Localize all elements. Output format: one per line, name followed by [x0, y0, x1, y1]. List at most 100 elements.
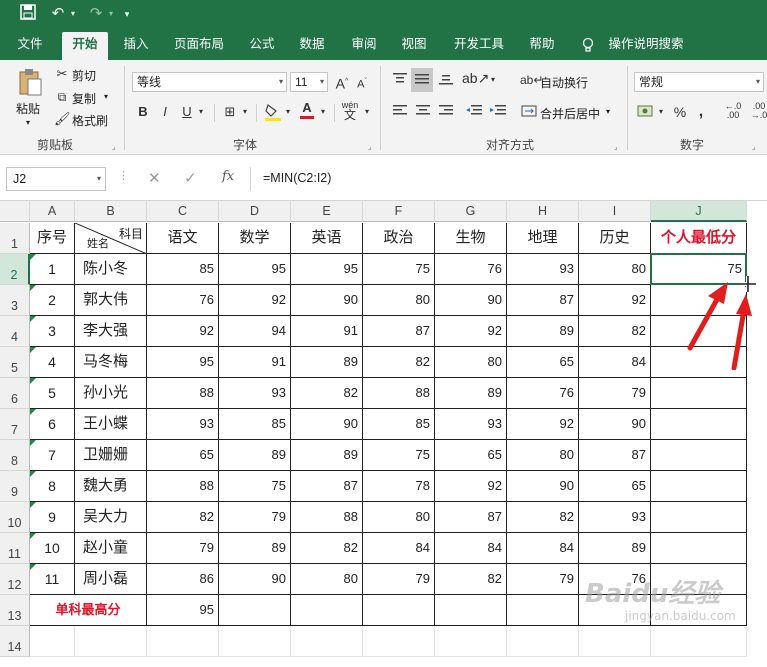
phonetic-guide-icon[interactable]: wén 文	[340, 100, 360, 121]
row-header-9[interactable]: 9	[0, 471, 30, 502]
tab-help[interactable]: 帮助	[520, 32, 564, 60]
font-color-dropdown-icon[interactable]: ▾	[318, 104, 328, 120]
score-cell[interactable]: 76	[579, 564, 651, 595]
score-cell[interactable]: 65	[579, 471, 651, 502]
merge-dropdown-icon[interactable]: ▾	[606, 107, 610, 116]
formula-input[interactable]: =MIN(C2:I2)	[250, 167, 767, 191]
score-cell[interactable]: 89	[291, 347, 363, 378]
score-cell[interactable]: 89	[435, 378, 507, 409]
fill-color-icon[interactable]	[264, 102, 282, 122]
summary-min-cell[interactable]	[651, 595, 747, 626]
score-cell[interactable]: 88	[363, 378, 435, 409]
score-cell[interactable]: 75	[363, 440, 435, 471]
column-header-d[interactable]: D	[219, 201, 291, 222]
score-cell[interactable]: 80	[435, 347, 507, 378]
score-cell[interactable]: 87	[291, 471, 363, 502]
seq-cell[interactable]: 2	[30, 285, 75, 316]
empty-cell[interactable]	[219, 626, 291, 657]
font-name-select[interactable]: 等线 ▾	[132, 72, 287, 92]
font-launcher-icon[interactable]: ⌟	[368, 142, 372, 151]
score-cell[interactable]: 85	[363, 409, 435, 440]
cancel-icon[interactable]: ✕	[148, 169, 161, 187]
merge-center-button[interactable]: 合并后居中	[540, 105, 600, 122]
borders-icon[interactable]: ⊞	[222, 104, 238, 120]
summary-cell[interactable]	[363, 595, 435, 626]
column-header-e[interactable]: E	[291, 201, 363, 222]
font-size-select[interactable]: 11 ▾	[290, 72, 328, 92]
score-cell[interactable]: 87	[435, 502, 507, 533]
header-diagonal-cell[interactable]: 科目 姓名	[75, 223, 147, 254]
score-cell[interactable]: 92	[435, 471, 507, 502]
score-cell[interactable]: 85	[219, 409, 291, 440]
tab-page-layout[interactable]: 页面布局	[166, 32, 232, 60]
bold-icon[interactable]: B	[136, 104, 150, 120]
score-cell[interactable]: 82	[291, 533, 363, 564]
score-cell[interactable]: 76	[507, 378, 579, 409]
min-score-cell[interactable]	[651, 409, 747, 440]
column-header-f[interactable]: F	[363, 201, 435, 222]
middle-align-icon[interactable]	[411, 68, 433, 92]
increase-decimal-icon[interactable]: ←.0.00	[722, 102, 744, 120]
score-cell[interactable]: 88	[291, 502, 363, 533]
row-header-5[interactable]: 5	[0, 347, 30, 378]
row-header-12[interactable]: 12	[0, 564, 30, 595]
tab-insert[interactable]: 插入	[114, 32, 158, 60]
score-cell[interactable]: 80	[507, 440, 579, 471]
score-cell[interactable]: 92	[219, 285, 291, 316]
score-cell[interactable]: 84	[579, 347, 651, 378]
score-cell[interactable]: 82	[435, 564, 507, 595]
summary-cell[interactable]	[291, 595, 363, 626]
score-cell[interactable]: 79	[507, 564, 579, 595]
empty-cell[interactable]	[651, 626, 747, 657]
row-header-1[interactable]: 1	[0, 223, 30, 254]
underline-icon[interactable]: U	[180, 104, 194, 120]
shrink-font-icon[interactable]: Aˇ	[354, 74, 370, 93]
score-cell[interactable]: 90	[291, 285, 363, 316]
undo-dropdown-icon[interactable]: ▾	[68, 4, 78, 24]
score-cell[interactable]: 93	[147, 409, 219, 440]
score-cell[interactable]: 79	[219, 502, 291, 533]
name-cell[interactable]: 吴大力	[75, 502, 147, 533]
row-header-2[interactable]: 2	[0, 254, 30, 285]
row-header-14[interactable]: 14	[0, 626, 30, 657]
name-cell[interactable]: 马冬梅	[75, 347, 147, 378]
min-score-cell[interactable]	[651, 502, 747, 533]
score-cell[interactable]: 87	[507, 285, 579, 316]
clipboard-launcher-icon[interactable]: ⌟	[112, 142, 116, 151]
score-cell[interactable]: 95	[219, 254, 291, 285]
score-cell[interactable]: 92	[147, 316, 219, 347]
format-painter-button[interactable]: 格式刷	[72, 112, 108, 129]
column-header-j[interactable]: J	[651, 201, 747, 222]
score-cell[interactable]: 91	[219, 347, 291, 378]
empty-cell[interactable]	[147, 626, 219, 657]
increase-indent-icon[interactable]	[488, 104, 508, 122]
tab-view[interactable]: 视图	[392, 32, 436, 60]
empty-cell[interactable]	[75, 626, 147, 657]
summary-cell[interactable]: 95	[147, 595, 219, 626]
name-box[interactable]: J2 ▾	[6, 167, 106, 191]
seq-cell[interactable]: 5	[30, 378, 75, 409]
name-cell[interactable]: 李大强	[75, 316, 147, 347]
score-cell[interactable]: 89	[219, 440, 291, 471]
summary-cell[interactable]	[507, 595, 579, 626]
min-score-cell[interactable]: 75	[651, 254, 747, 285]
score-cell[interactable]: 76	[147, 285, 219, 316]
summary-cell[interactable]	[435, 595, 507, 626]
copy-button[interactable]: 复制	[72, 90, 96, 107]
empty-cell[interactable]	[363, 626, 435, 657]
score-cell[interactable]: 80	[579, 254, 651, 285]
seq-cell[interactable]: 7	[30, 440, 75, 471]
redo-icon[interactable]: ↷	[86, 4, 106, 24]
score-cell[interactable]: 89	[507, 316, 579, 347]
summary-cell[interactable]	[579, 595, 651, 626]
empty-cell[interactable]	[507, 626, 579, 657]
customize-icon[interactable]: ▾	[120, 4, 134, 24]
tab-data[interactable]: 数据	[290, 32, 334, 60]
header-seq[interactable]: 序号	[30, 223, 75, 254]
seq-cell[interactable]: 10	[30, 533, 75, 564]
score-cell[interactable]: 88	[147, 471, 219, 502]
row-header-6[interactable]: 6	[0, 378, 30, 409]
score-cell[interactable]: 85	[147, 254, 219, 285]
score-cell[interactable]: 65	[147, 440, 219, 471]
score-cell[interactable]: 93	[435, 409, 507, 440]
